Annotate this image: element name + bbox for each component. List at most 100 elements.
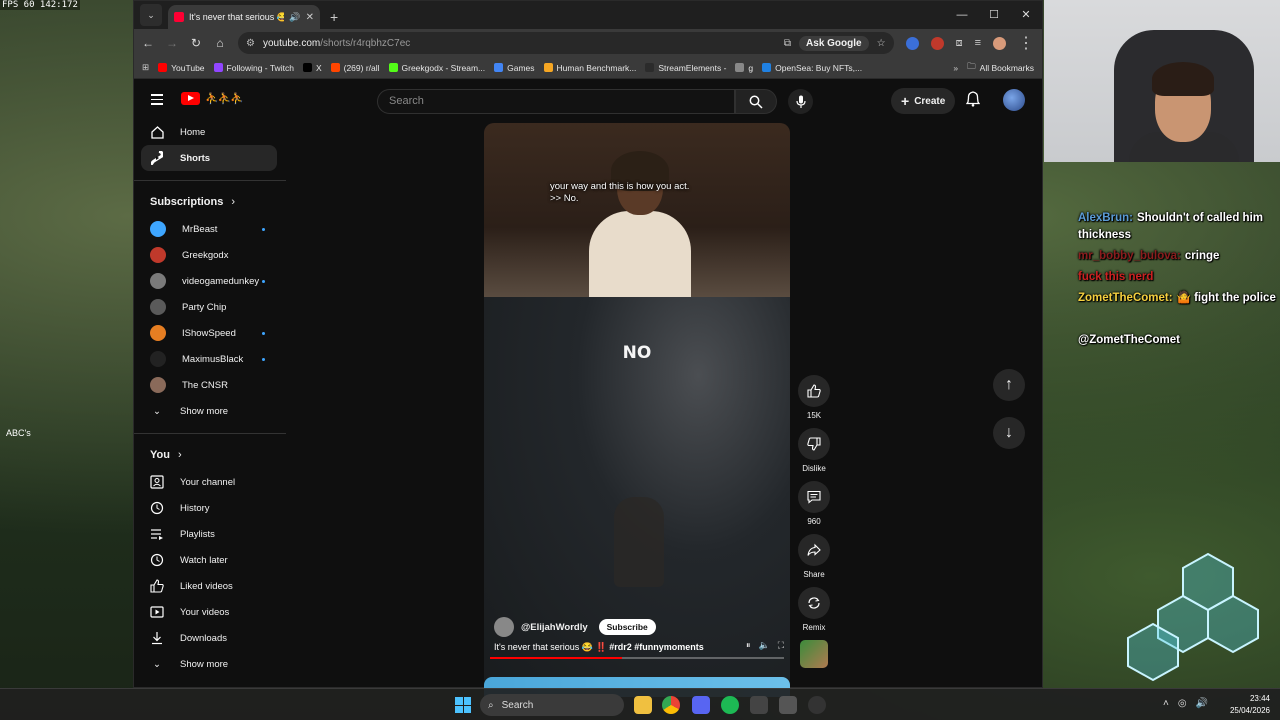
sidebar-item-watch-later[interactable]: Watch later	[141, 547, 277, 573]
minimize-button[interactable]: —	[946, 1, 978, 29]
extension-icon-red[interactable]	[930, 36, 944, 50]
youtube-logo[interactable]: ⛹⛹⛹	[181, 92, 244, 105]
chat-text: cringe	[1184, 250, 1220, 262]
bookmark-item[interactable]: StreamElements -	[645, 63, 726, 73]
remix-action[interactable]: Remix	[798, 587, 830, 632]
menu-hamburger-icon[interactable]	[151, 94, 163, 108]
sidebar-channel-item[interactable]: MaximusBlack	[141, 346, 277, 372]
channel-handle[interactable]: @ElijahWordly	[521, 622, 588, 633]
sidebar-item-playlists[interactable]: Playlists	[141, 521, 277, 547]
new-tab-button[interactable]: +	[330, 9, 338, 25]
app-icon[interactable]	[750, 696, 768, 714]
site-info-icon[interactable]: ⚙	[246, 38, 255, 49]
bookmark-item[interactable]: YouTube	[158, 63, 205, 73]
chat-username: mr_bobby_bulova:	[1078, 250, 1181, 262]
close-tab-icon[interactable]: ✕	[306, 12, 314, 23]
install-icon[interactable]: ⧉	[784, 38, 791, 49]
chevron-up-icon[interactable]: ˄	[1163, 698, 1169, 709]
show-more-you[interactable]: ⌄ Show more	[141, 651, 277, 677]
sidebar-item-history[interactable]: History	[141, 495, 277, 521]
short-video-player[interactable]: your way and this is how you act. >> No. …	[484, 123, 790, 688]
search-input[interactable]: Search	[377, 89, 735, 114]
create-button[interactable]: + Create	[891, 88, 956, 114]
taskbar-search[interactable]: ⌕ Search	[480, 694, 624, 716]
address-bar[interactable]: ⚙ youtube.com/shorts/r4rqbhzC7ec ⧉ Ask G…	[238, 32, 894, 54]
notifications-bell-icon[interactable]	[965, 91, 981, 112]
bookmark-item[interactable]: Games	[494, 63, 535, 73]
file-explorer-icon[interactable]	[634, 696, 652, 714]
speaker-icon[interactable]: 🔊	[289, 12, 300, 23]
all-bookmarks-folder[interactable]: 🗀 All Bookmarks	[967, 61, 1034, 75]
sidebar-item-home[interactable]: Home	[141, 119, 277, 145]
previous-short-button[interactable]: ↑	[993, 369, 1025, 401]
sidebar-channel-item[interactable]: Party Chip	[141, 294, 277, 320]
bookmark-item[interactable]: Human Benchmark...	[543, 63, 636, 73]
bookmark-item[interactable]: Greekgodx - Stream...	[388, 63, 485, 73]
wifi-icon[interactable]: ◎	[1178, 698, 1187, 709]
subscribe-button[interactable]: Subscribe	[598, 619, 656, 635]
forward-button[interactable]: →	[166, 36, 178, 50]
sidebar-item-liked-videos[interactable]: Liked videos	[141, 573, 277, 599]
home-icon	[150, 125, 164, 139]
tab-search-button[interactable]: ⌄	[140, 4, 162, 26]
reload-button[interactable]: ↻	[190, 36, 202, 50]
extension-icon-blue[interactable]	[905, 36, 919, 50]
pause-icon[interactable]: ⏸	[746, 640, 751, 651]
chevron-right-icon: ›	[177, 449, 182, 461]
progress-bar[interactable]	[490, 657, 784, 659]
active-tab[interactable]: It's never that serious 😂‼️ # 🔊 ✕	[168, 5, 320, 29]
start-button[interactable]	[455, 697, 471, 713]
dislike-action[interactable]: Dislike	[798, 428, 830, 473]
clock[interactable]: 23:44 25/04/2026	[1230, 693, 1270, 717]
bookmark-item[interactable]: X	[302, 63, 322, 73]
close-window-button[interactable]: ✕	[1010, 1, 1042, 29]
fullscreen-icon[interactable]: ⛶	[778, 640, 784, 651]
share-action[interactable]: Share	[798, 534, 830, 579]
subscriptions-heading[interactable]: Subscriptions ›	[134, 188, 284, 216]
video-caption: your way and this is how you act. >> No.	[550, 181, 690, 204]
more-bookmarks-icon[interactable]: »	[953, 63, 958, 73]
settings-icon[interactable]	[779, 696, 797, 714]
discord-icon[interactable]	[692, 696, 710, 714]
sidebar-item-downloads[interactable]: Downloads	[141, 625, 277, 651]
bookmark-item[interactable]: g	[735, 63, 753, 73]
show-more-subscriptions[interactable]: ⌄ Show more	[141, 398, 277, 424]
ask-google-button[interactable]: Ask Google	[799, 35, 869, 51]
maximize-button[interactable]: ☐	[978, 1, 1010, 29]
short-channel-row: @ElijahWordly Subscribe	[494, 617, 656, 637]
you-heading[interactable]: You ›	[134, 441, 284, 469]
sidebar-channel-item[interactable]: The CNSR	[141, 372, 277, 398]
sidebar-channel-item[interactable]: IShowSpeed	[141, 320, 277, 346]
volume-icon[interactable]: 🔊	[1196, 698, 1208, 709]
bookmark-item[interactable]: OpenSea: Buy NFTs,...	[762, 63, 862, 73]
short-title[interactable]: It's never that serious 😂 ‼️ #rdr2 #funn…	[494, 642, 704, 653]
bookmark-item[interactable]: (269) r/all	[330, 63, 380, 73]
sound-thumbnail[interactable]	[800, 640, 828, 668]
sidebar-item-your-channel[interactable]: Your channel	[141, 469, 277, 495]
sidebar-channel-item[interactable]: Greekgodx	[141, 242, 277, 268]
apps-grid-icon[interactable]: ⊞	[142, 62, 149, 73]
home-button[interactable]: ⌂	[214, 36, 226, 50]
obs-icon[interactable]	[808, 696, 826, 714]
channel-avatar[interactable]	[494, 617, 514, 637]
profile-avatar[interactable]	[993, 36, 1006, 50]
chrome-icon[interactable]	[662, 696, 680, 714]
sidebar-item-shorts[interactable]: Shorts	[141, 145, 277, 171]
bookmark-star-icon[interactable]: ☆	[877, 38, 886, 49]
sidebar-channel-item[interactable]: videogamedunkey	[141, 268, 277, 294]
comments-action[interactable]: 960	[798, 481, 830, 526]
search-button[interactable]	[735, 89, 777, 114]
browser-menu-icon[interactable]: ⋮	[1018, 33, 1034, 53]
voice-search-button[interactable]	[788, 89, 813, 114]
media-control-icon[interactable]: ≡	[975, 37, 981, 49]
sidebar-channel-item[interactable]: MrBeast	[141, 216, 277, 242]
spotify-icon[interactable]	[721, 696, 739, 714]
sidebar-item-your-videos[interactable]: Your videos	[141, 599, 277, 625]
extensions-puzzle-icon[interactable]: ⧈	[956, 37, 963, 50]
bookmark-item[interactable]: Following - Twitch	[213, 63, 294, 73]
volume-icon[interactable]: 🔈	[758, 640, 769, 651]
like-action[interactable]: 15K	[798, 375, 830, 420]
next-short-button[interactable]: ↓	[993, 417, 1025, 449]
back-button[interactable]: ←	[142, 36, 154, 50]
account-avatar[interactable]	[1003, 89, 1025, 111]
